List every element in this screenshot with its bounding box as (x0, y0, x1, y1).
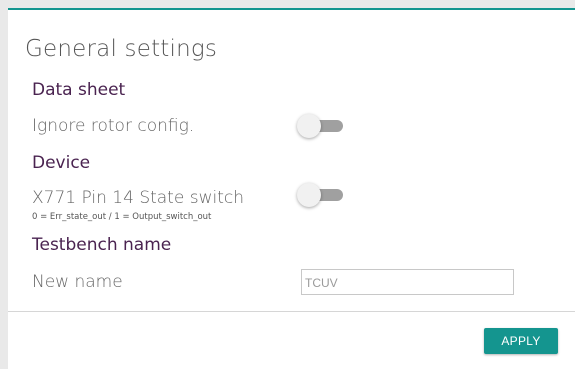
section-title-data-sheet: Data sheet (32, 80, 126, 100)
section-title-device: Device (32, 153, 91, 173)
state-switch-label: X771 Pin 14 State switch (32, 188, 244, 208)
apply-button[interactable]: APPLY (484, 328, 558, 354)
toggle-knob (297, 183, 321, 207)
state-switch-toggle[interactable] (297, 183, 345, 207)
testbench-name-input[interactable] (301, 269, 514, 295)
toggle-knob (297, 114, 321, 138)
new-name-label: New name (32, 272, 123, 292)
section-title-testbench: Testbench name (32, 235, 172, 255)
general-settings-panel: General settings Data sheet Ignore rotor… (8, 8, 575, 369)
ignore-rotor-label: Ignore rotor config. (32, 116, 195, 136)
ignore-rotor-toggle[interactable] (297, 114, 345, 138)
page-background: General settings Data sheet Ignore rotor… (0, 0, 575, 369)
footer-divider (8, 311, 575, 312)
panel-title: General settings (25, 36, 218, 62)
state-switch-sublabel: 0 = Err_state_out / 1 = Output_switch_ou… (32, 212, 212, 222)
